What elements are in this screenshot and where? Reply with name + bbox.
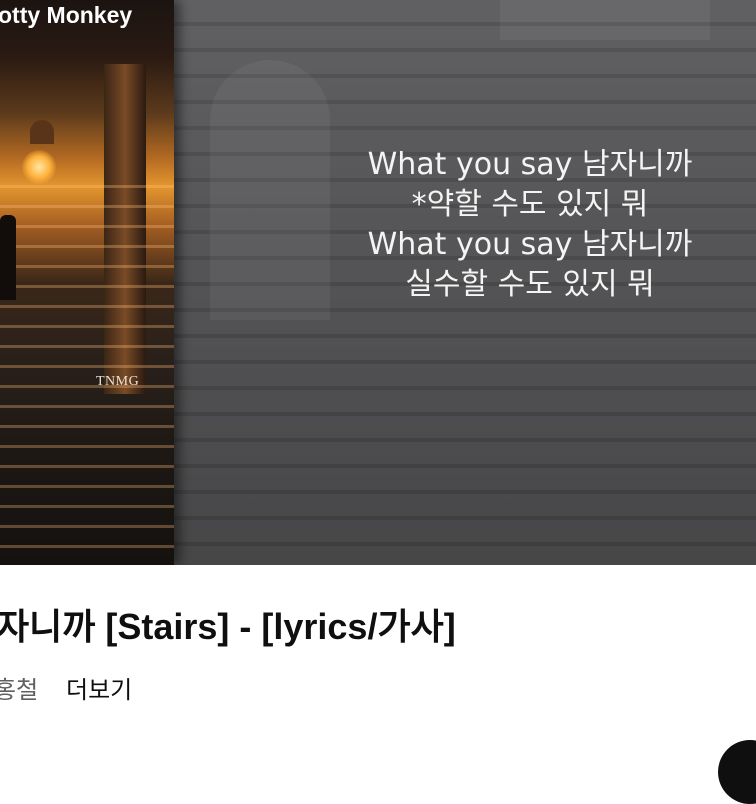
album-title: otty Monkey bbox=[0, 2, 133, 28]
show-more-button[interactable]: 더보기 bbox=[66, 670, 132, 705]
lyric-line: What you say 남자니까 bbox=[367, 147, 693, 182]
video-title: 자니까 [Stairs] - [lyrics/가사] bbox=[0, 606, 456, 647]
lyrics-overlay: What you say 남자니까 *약할 수도 있지 뭐 What you s… bbox=[330, 145, 730, 305]
album-label-mark: TNMG bbox=[96, 374, 140, 389]
floating-action-button[interactable] bbox=[718, 740, 756, 804]
video-player[interactable]: otty Monkey TNMG What you say 남자니까 *약할 수… bbox=[0, 0, 756, 565]
lyric-line: *약할 수도 있지 뭐 bbox=[411, 187, 649, 222]
channel-name[interactable]: 홍철 bbox=[0, 670, 38, 705]
lyric-line: 실수할 수도 있지 뭐 bbox=[405, 267, 655, 302]
album-cover-image: otty Monkey TNMG bbox=[0, 0, 174, 565]
lyric-line: What you say 남자니까 bbox=[367, 227, 693, 262]
